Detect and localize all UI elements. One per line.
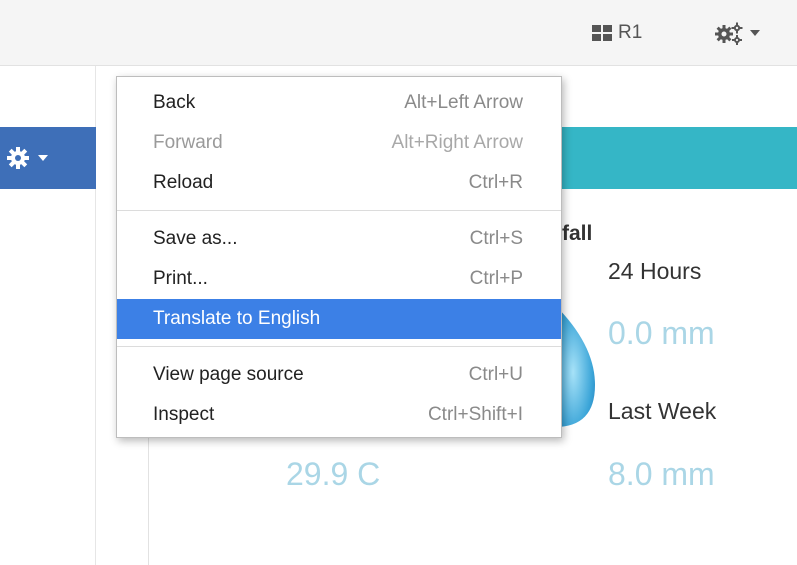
- menu-item-translate[interactable]: Translate to English: [117, 299, 561, 339]
- menu-item-label: Inspect: [153, 404, 215, 425]
- rainfall-title: fall: [562, 222, 593, 245]
- menu-item-view-source[interactable]: View page source Ctrl+U: [117, 355, 561, 395]
- menu-item-label: Print...: [153, 268, 208, 289]
- menu-item-shortcut: Ctrl+P: [469, 268, 523, 289]
- context-menu: Back Alt+Left Arrow Forward Alt+Right Ar…: [116, 76, 562, 438]
- role-selector-button[interactable]: R1: [592, 18, 642, 48]
- period-24h-label: 24 Hours: [608, 258, 702, 284]
- menu-item-inspect[interactable]: Inspect Ctrl+Shift+I: [117, 395, 561, 435]
- chevron-down-icon: [38, 155, 48, 161]
- chevron-down-icon: [750, 30, 760, 36]
- period-week-label: Last Week: [608, 398, 717, 424]
- role-label: R1: [618, 22, 643, 43]
- menu-item-label: View page source: [153, 364, 304, 385]
- gear-icon: [7, 147, 29, 169]
- menu-item-shortcut: Alt+Right Arrow: [391, 132, 523, 153]
- settings-menu-button[interactable]: [714, 18, 760, 48]
- menu-item-reload[interactable]: Reload Ctrl+R: [117, 163, 561, 203]
- menu-item-shortcut: Ctrl+U: [468, 364, 523, 385]
- menu-separator: [117, 346, 561, 347]
- temperature-value: 29.9 C: [286, 456, 381, 492]
- menu-item-shortcut: Ctrl+R: [468, 172, 523, 193]
- menu-item-forward: Forward Alt+Right Arrow: [117, 123, 561, 163]
- period-week-value: 8.0 mm: [608, 456, 715, 492]
- widget-settings-button[interactable]: [0, 127, 96, 189]
- top-navbar: R1: [0, 0, 797, 66]
- menu-item-back[interactable]: Back Alt+Left Arrow: [117, 83, 561, 123]
- menu-item-label: Forward: [153, 132, 223, 153]
- menu-item-label: Save as...: [153, 228, 238, 249]
- menu-item-shortcut: Alt+Left Arrow: [404, 92, 523, 113]
- period-24h-value: 0.0 mm: [608, 315, 715, 351]
- menu-item-print[interactable]: Print... Ctrl+P: [117, 259, 561, 299]
- grid-icon: [592, 25, 612, 41]
- menu-item-label: Reload: [153, 172, 214, 193]
- gears-icon: [715, 22, 743, 45]
- menu-item-shortcut: Ctrl+S: [469, 228, 523, 249]
- menu-item-label: Back: [153, 92, 196, 113]
- menu-item-shortcut: Ctrl+Shift+I: [427, 404, 523, 425]
- menu-item-save-as[interactable]: Save as... Ctrl+S: [117, 219, 561, 259]
- menu-separator: [117, 210, 561, 211]
- menu-item-label: Translate to English: [153, 308, 321, 329]
